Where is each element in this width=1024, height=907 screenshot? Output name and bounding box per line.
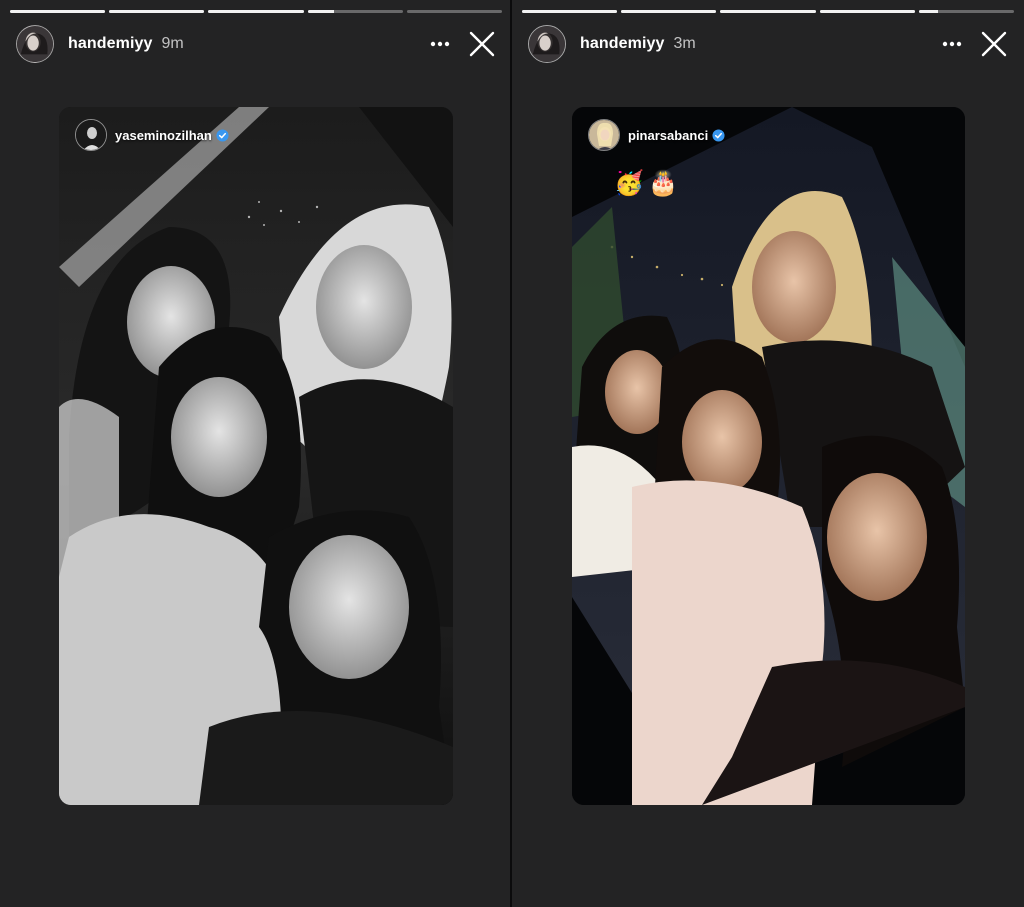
progress-segment bbox=[720, 10, 816, 13]
mention-tag[interactable]: yaseminozilhan bbox=[75, 119, 229, 151]
mention-tag[interactable]: pinarsabanci bbox=[588, 119, 725, 151]
birthday-cake-emoji-sticker[interactable]: 🎂 bbox=[648, 171, 678, 195]
mention-username: yaseminozilhan bbox=[115, 127, 212, 143]
story-header: handemiyy 9m bbox=[16, 24, 500, 64]
close-icon bbox=[469, 31, 495, 57]
more-options-button[interactable] bbox=[422, 26, 458, 62]
story-photo-bw bbox=[59, 107, 453, 805]
more-options-button[interactable] bbox=[934, 26, 970, 62]
close-button[interactable] bbox=[464, 26, 500, 62]
verified-badge-icon bbox=[216, 128, 229, 142]
mention-avatar bbox=[588, 119, 620, 151]
story-header: handemiyy 3m bbox=[528, 24, 1012, 64]
more-horizontal-icon bbox=[942, 41, 962, 47]
progress-segment bbox=[10, 10, 106, 13]
story-media-card[interactable]: pinarsabanci 🥳 🎂 bbox=[572, 107, 965, 805]
story-progress-bar bbox=[522, 10, 1015, 13]
story-timestamp: 3m bbox=[673, 35, 696, 52]
close-icon bbox=[981, 31, 1007, 57]
author-avatar[interactable] bbox=[528, 25, 566, 63]
story-viewer-left: handemiyy 9m yaseminozilhan bbox=[0, 0, 512, 907]
mention-avatar bbox=[75, 119, 107, 151]
author-username[interactable]: handemiyy bbox=[68, 35, 153, 53]
story-progress-bar bbox=[10, 10, 503, 13]
progress-segment bbox=[109, 10, 205, 13]
close-button[interactable] bbox=[976, 26, 1012, 62]
progress-segment bbox=[208, 10, 304, 13]
author-username[interactable]: handemiyy bbox=[580, 35, 665, 53]
progress-segment bbox=[621, 10, 717, 13]
story-media-card[interactable]: yaseminozilhan bbox=[59, 107, 453, 805]
progress-segment bbox=[918, 10, 1015, 13]
mention-username: pinarsabanci bbox=[628, 127, 709, 143]
progress-segment bbox=[406, 10, 503, 13]
progress-segment bbox=[819, 10, 915, 13]
author-avatar[interactable] bbox=[16, 25, 54, 63]
more-horizontal-icon bbox=[430, 41, 450, 47]
progress-segment bbox=[307, 10, 403, 13]
story-viewer-right: handemiyy 3m pinarsabanci 🥳 🎂 bbox=[512, 0, 1024, 907]
story-photo-color bbox=[572, 107, 965, 805]
progress-segment bbox=[522, 10, 618, 13]
party-face-emoji-sticker[interactable]: 🥳 bbox=[614, 171, 644, 195]
story-timestamp: 9m bbox=[161, 35, 184, 52]
verified-badge-icon bbox=[712, 128, 725, 142]
